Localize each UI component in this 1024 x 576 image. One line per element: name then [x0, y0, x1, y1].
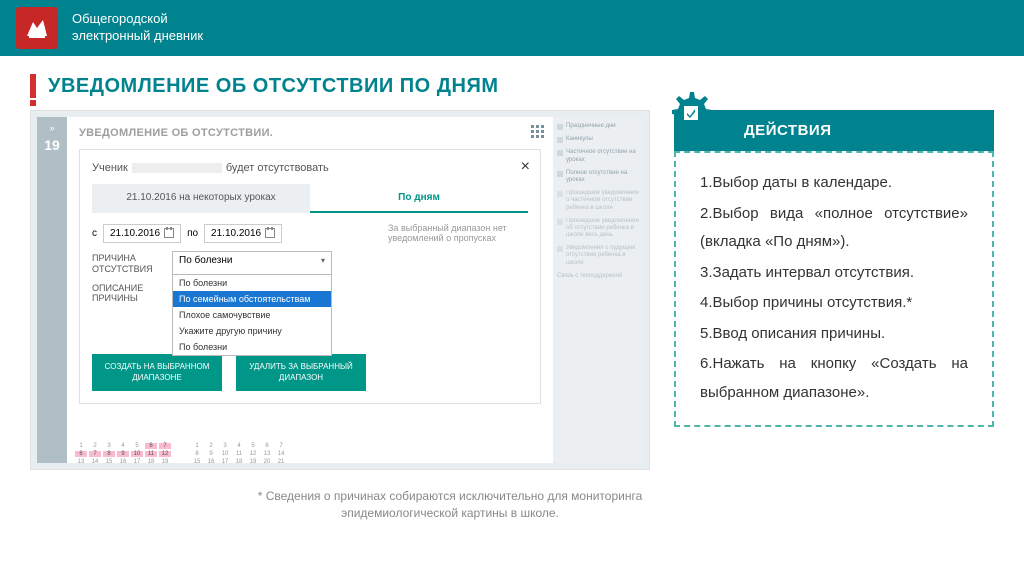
legend-item: Каникулы [557, 136, 639, 143]
absence-dialog: × Ученикбудет отсутствовать 21.10.2016 н… [79, 149, 541, 404]
legend-item: Уведомления о будущем отсутствии ребенка… [557, 245, 639, 267]
mini-calendar: 1234567 6789101112 13141516171819 123456… [75, 443, 549, 465]
tab-by-lessons[interactable]: 21.10.2016 на некоторых уроках [92, 184, 310, 213]
close-icon[interactable]: × [521, 158, 530, 176]
action-step: 6.Нажать на кнопку «Создать на выбранном… [700, 350, 968, 407]
to-label: по [187, 228, 198, 239]
button-row: СОЗДАТЬ НА ВЫБРАННОМ ДИАПАЗОНЕ УДАЛИТЬ З… [92, 354, 528, 391]
action-step: 1.Выбор даты в календаре. [700, 169, 968, 198]
reason-option[interactable]: Укажите другую причину [173, 323, 331, 339]
from-label: с [92, 228, 97, 239]
actions-panel: ДЕЙСТВИЯ 1.Выбор даты в календаре. 2.Выб… [674, 110, 994, 470]
action-step: 5.Ввод описания причины. [700, 320, 968, 349]
tab-by-days[interactable]: По дням [310, 184, 528, 213]
actions-header: ДЕЙСТВИЯ [674, 110, 994, 151]
action-step: 3.Задать интервал отсутствия. [700, 259, 968, 288]
create-button[interactable]: СОЗДАТЬ НА ВЫБРАННОМ ДИАПАЗОНЕ [92, 354, 222, 391]
calendar-icon [265, 228, 275, 238]
reason-dropdown-list: По болезни По семейным обстоятельствам П… [172, 274, 332, 356]
legend-item: Частичное отсутствие на уроках [557, 149, 639, 163]
top-banner: Общегородской электронный дневник [0, 0, 1024, 56]
legend-item: Праздничные дни [557, 123, 639, 130]
sidebar-left: » 19 [37, 117, 67, 463]
app-window: » 19 УВЕДОМЛЕНИЕ ОБ ОТСУТСТВИИ. × Ученик… [30, 110, 650, 470]
calendar-icon [164, 228, 174, 238]
date-to-input[interactable]: 21.10.2016 [204, 224, 282, 243]
desc-label: ОПИСАНИЕ ПРИЧИНЫ [92, 281, 172, 305]
exclaim-icon [30, 74, 36, 98]
legend-item: Прошедшие уведомления о частичном отсутс… [557, 190, 639, 212]
reason-dropdown[interactable]: По болезни▾ По болезни По семейным обсто… [172, 251, 332, 275]
page-title: УВЕДОМЛЕНИЕ ОБ ОТСУТСТВИИ ПО ДНЯМ [48, 75, 499, 98]
delete-button[interactable]: УДАЛИТЬ ЗА ВЫБРАННЫЙ ДИАПАЗОН [236, 354, 366, 391]
reason-option[interactable]: По болезни [173, 275, 331, 291]
range-hint: За выбранный диапазон нет уведомлений о … [388, 223, 528, 243]
reason-row: ПРИЧИНА ОТСУТСТВИЯ По болезни▾ По болезн… [92, 251, 528, 275]
moscow-logo [16, 7, 58, 49]
banner-title: Общегородской электронный дневник [72, 11, 203, 45]
gear-icon [662, 84, 718, 140]
action-step: 4.Выбор причины отсутствия.* [700, 289, 968, 318]
page-title-row: УВЕДОМЛЕНИЕ ОБ ОТСУТСТВИИ ПО ДНЯМ [0, 56, 1024, 110]
legend-item: Прошедшие уведомления об отсутствии ребе… [557, 218, 639, 240]
date-range-row: с 21.10.2016 по 21.10.2016 За выбранный … [92, 223, 528, 243]
footnote: * Сведения о причинах собираются исключи… [200, 488, 700, 522]
reason-option[interactable]: По семейным обстоятельствам [173, 291, 331, 307]
student-row: Ученикбудет отсутствовать [92, 162, 528, 174]
legend-item: Связь с техподдержкой [557, 273, 639, 280]
actions-body: 1.Выбор даты в календаре. 2.Выбор вида «… [674, 151, 994, 427]
chevron-down-icon: ▾ [321, 256, 325, 265]
legend-item: Полное отсутствие на уроках [557, 170, 639, 184]
legend-sidebar: Праздничные дни Каникулы Частичное отсут… [553, 117, 643, 463]
grid-icon[interactable] [531, 125, 545, 139]
sidebar-day: 19 [37, 137, 67, 153]
collapse-icon[interactable]: » [37, 123, 67, 133]
tabs: 21.10.2016 на некоторых уроках По дням [92, 184, 528, 213]
reason-option[interactable]: По болезни [173, 339, 331, 355]
action-step: 2.Выбор вида «полное отсутствие» (вкладк… [700, 200, 968, 257]
reason-option[interactable]: Плохое самочувствие [173, 307, 331, 323]
date-from-input[interactable]: 21.10.2016 [103, 224, 181, 243]
reason-label: ПРИЧИНА ОТСУТСТВИЯ [92, 251, 172, 275]
dialog-title: УВЕДОМЛЕНИЕ ОБ ОТСУТСТВИИ. [79, 127, 541, 139]
